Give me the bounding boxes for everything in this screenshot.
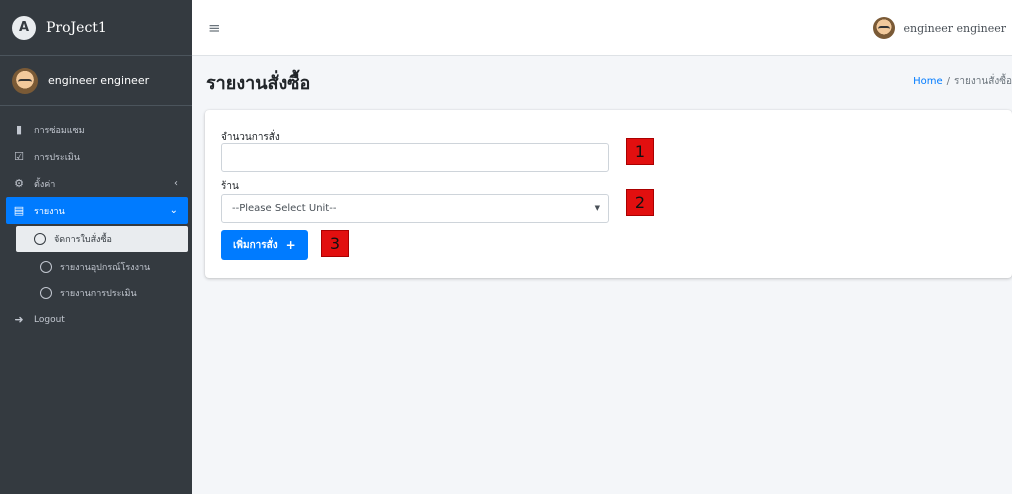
brand-name: ProJect1: [46, 19, 107, 36]
sidebar-subitem-label: จัดการใบสั่งซื้อ: [54, 235, 112, 245]
sidebar-item-logout[interactable]: ➜ Logout: [0, 306, 188, 333]
clipboard-icon: ▮: [15, 123, 23, 136]
pdf-file-icon: ▤: [13, 204, 25, 217]
sidebar-subitem-purchase-orders[interactable]: จัดการใบสั่งซื้อ: [16, 226, 188, 252]
add-order-button-label: เพิ่มการสั่ง: [233, 239, 278, 251]
top-user-menu[interactable]: engineer engineer: [873, 0, 1006, 56]
shop-select-value: --Please Select Unit--: [232, 203, 337, 214]
avatar: [873, 17, 896, 39]
avatar: [12, 67, 38, 94]
sidebar-subitem-factory-equipment[interactable]: รายงานอุปกรณ์โรงงาน: [16, 254, 188, 280]
plus-icon: +: [285, 238, 296, 252]
annotation-marker-1: 1: [626, 138, 654, 165]
circle-icon: [34, 233, 46, 245]
breadcrumb-separator: /: [946, 76, 951, 87]
sidebar-item-settings[interactable]: ⚙ ตั้งค่า ‹: [0, 170, 188, 197]
add-order-button[interactable]: เพิ่มการสั่ง +: [221, 230, 308, 260]
gear-icon: ⚙: [14, 177, 24, 190]
content-header: รายงานสั่งซื้อ Home / รายงานสั่งซื้อ: [192, 56, 1012, 106]
sidebar: A ProJect1 engineer engineer ▮ การซ่อมแซ…: [0, 0, 192, 494]
sidebar-item-label: Logout: [34, 314, 65, 325]
circle-icon: [40, 261, 52, 273]
shop-label: ร้าน: [221, 181, 239, 192]
sidebar-item-repair[interactable]: ▮ การซ่อมแซม: [0, 116, 188, 143]
logout-icon: ➜: [14, 313, 24, 326]
brand-link[interactable]: A ProJect1: [0, 0, 192, 56]
circle-icon: [40, 287, 52, 299]
hamburger-menu-icon[interactable]: ≡: [208, 19, 221, 37]
sidebar-subitem-evaluation-report[interactable]: รายงานการประเมิน: [16, 280, 188, 306]
breadcrumb-home-link[interactable]: Home: [913, 76, 943, 87]
sidebar-subitem-label: รายงานอุปกรณ์โรงงาน: [60, 263, 151, 273]
topbar: ≡ engineer engineer: [192, 0, 1012, 56]
qty-input[interactable]: [221, 143, 609, 172]
clipboard-check-icon: ☑: [14, 150, 24, 163]
shop-select[interactable]: --Please Select Unit-- ▼: [221, 194, 609, 223]
sidebar-item-report[interactable]: ▤ รายงาน ⌄: [6, 197, 188, 224]
annotation-marker-2: 2: [626, 189, 654, 216]
sidebar-item-evaluation[interactable]: ☑ การประเมิน: [0, 143, 188, 170]
breadcrumb: Home / รายงานสั่งซื้อ: [913, 74, 1012, 89]
sidebar-item-label: รายงาน: [34, 206, 65, 217]
user-panel[interactable]: engineer engineer: [0, 56, 192, 106]
sidebar-item-label: การประเมิน: [34, 152, 80, 163]
breadcrumb-current: รายงานสั่งซื้อ: [954, 76, 1012, 87]
user-name: engineer engineer: [48, 74, 150, 87]
top-user-name: engineer engineer: [903, 21, 1006, 35]
sidebar-subitem-label: รายงานการประเมิน: [60, 289, 137, 299]
page-title: รายงานสั่งซื้อ: [206, 73, 311, 94]
dropdown-arrow-icon: ▼: [594, 204, 600, 212]
chevron-left-icon: ‹: [174, 178, 178, 189]
sidebar-item-label: การซ่อมแซม: [34, 125, 85, 136]
chevron-down-icon: ⌄: [169, 205, 178, 216]
annotation-marker-3: 3: [321, 230, 349, 257]
brand-logo-icon: A: [12, 15, 36, 40]
sidebar-item-label: ตั้งค่า: [34, 179, 56, 190]
